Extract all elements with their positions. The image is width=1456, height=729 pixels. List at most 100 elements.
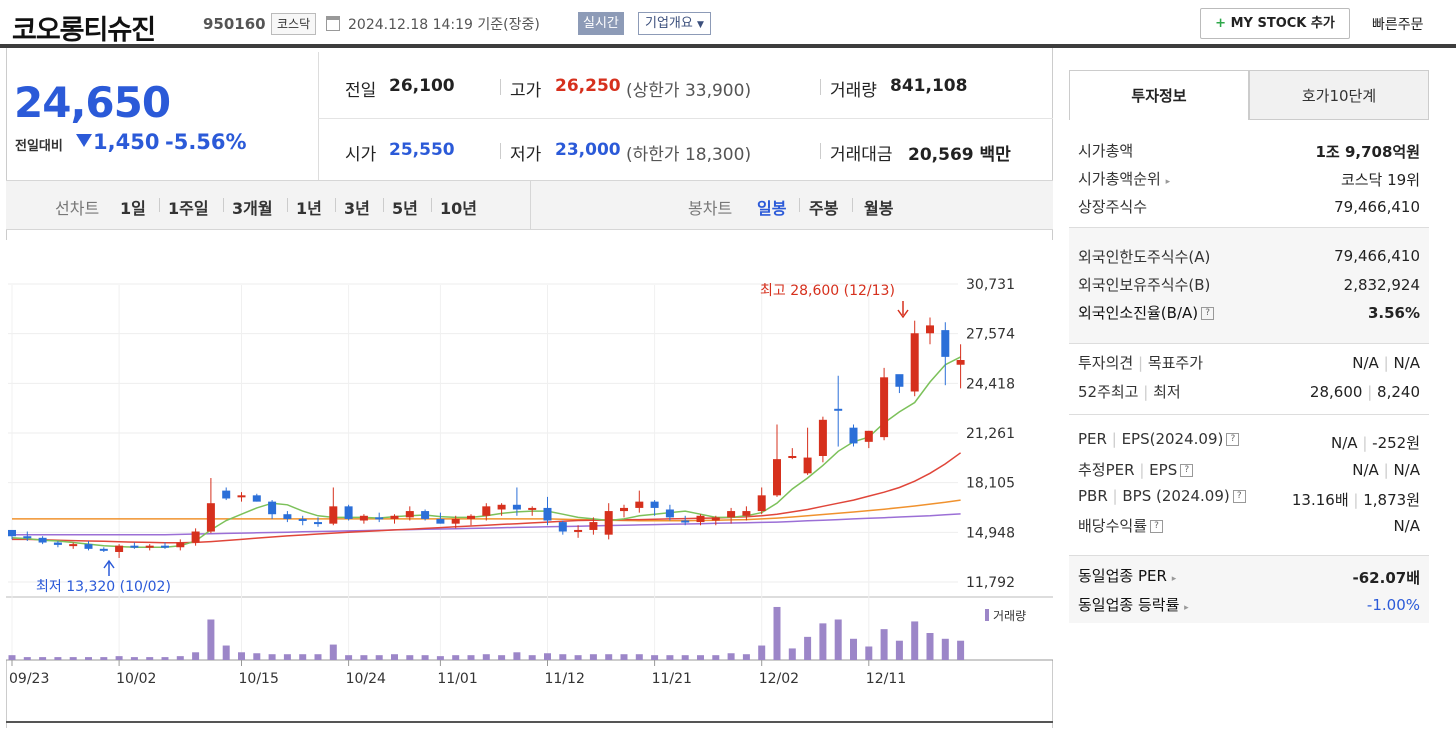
- shares-label: 상장주식수: [1078, 198, 1148, 216]
- sector-change-link[interactable]: 동일업종 등락률 ▸: [1078, 594, 1189, 615]
- volume-bar: [513, 652, 521, 660]
- per-label: PER | EPS(2024.09)?: [1078, 430, 1240, 448]
- volume-bar: [391, 654, 398, 660]
- volume-legend-swatch: [985, 609, 989, 621]
- candle-body: [130, 545, 139, 548]
- help-icon[interactable]: ?: [1201, 307, 1215, 320]
- volume-bar: [651, 655, 659, 660]
- volume-bar: [788, 648, 796, 660]
- candle-body: [84, 544, 93, 549]
- help-icon[interactable]: ?: [1150, 520, 1164, 533]
- sector-per-text: 동일업종 PER: [1078, 567, 1167, 585]
- y-tick-label: 27,574: [966, 327, 1015, 343]
- sector-per-link[interactable]: 동일업종 PER ▸: [1078, 565, 1176, 586]
- est-per-label: 추정PER | EPS?: [1078, 459, 1194, 480]
- candle: [818, 416, 827, 463]
- market-cap-rank-link[interactable]: 시가총액순위 ▸: [1078, 168, 1170, 189]
- volume-bar: [467, 655, 475, 660]
- sector-per-value: -62.07배: [1352, 569, 1420, 587]
- volume-bar: [880, 629, 888, 660]
- candle-body: [314, 522, 322, 525]
- volume-bar: [100, 657, 108, 660]
- volume-bar: [895, 640, 903, 660]
- y-tick-label: 11,792: [966, 575, 1015, 591]
- volume-bar: [574, 655, 582, 660]
- tab-invest-info[interactable]: 투자정보: [1069, 70, 1249, 120]
- market-cap-rank-label: 시가총액순위: [1078, 170, 1161, 188]
- candle-body: [849, 427, 858, 444]
- market-cap-label: 시가총액: [1078, 142, 1134, 160]
- add-mystock-button[interactable]: + MY STOCK 추가: [1200, 8, 1350, 39]
- chevron-right-icon: ▸: [1184, 603, 1189, 613]
- candle: [849, 424, 858, 447]
- volume-bar: [436, 656, 444, 660]
- help-icon[interactable]: ?: [1232, 490, 1246, 503]
- separator: |: [1112, 487, 1118, 505]
- y-tick-label: 21,261: [966, 426, 1015, 442]
- candle-body: [405, 511, 414, 518]
- x-tick-label: 11/21: [652, 671, 692, 687]
- volume-bar: [375, 655, 383, 660]
- volume-bar: [176, 656, 184, 660]
- opinion-label: 투자의견 | 목표주가: [1078, 352, 1203, 373]
- shares-value: 79,466,410: [1334, 198, 1420, 216]
- volume-bar: [146, 657, 154, 660]
- tab-orderbook[interactable]: 호가10단계: [1249, 70, 1429, 120]
- divider: [1069, 227, 1429, 228]
- help-icon[interactable]: ?: [1180, 464, 1194, 477]
- per-value-text: N/A: [1330, 434, 1358, 452]
- volume-bar: [314, 654, 322, 660]
- w52-label: 52주최고 | 최저: [1078, 381, 1181, 402]
- candle-body: [161, 545, 169, 548]
- volume-bar: [421, 655, 429, 660]
- divider: [1069, 343, 1429, 344]
- candle-body: [390, 515, 399, 519]
- volume-bar: [697, 655, 704, 660]
- volume-bar: [130, 657, 138, 660]
- candle-body: [681, 520, 690, 523]
- foreign-hold-label: 외국인보유주식수(B): [1078, 276, 1211, 294]
- volume-bar: [850, 638, 857, 660]
- candle-body: [38, 537, 47, 543]
- candle-body: [941, 330, 950, 357]
- candle-body: [176, 542, 185, 548]
- separator: |: [1367, 383, 1373, 401]
- candle-body: [451, 518, 460, 524]
- chevron-right-icon: ▸: [1171, 574, 1177, 584]
- candle-body: [620, 507, 628, 512]
- w52-high-text: 52주최고: [1078, 383, 1139, 401]
- volume-bar: [23, 657, 31, 660]
- candle-body: [206, 503, 215, 532]
- candle-body: [803, 457, 812, 474]
- w52-high-value: 28,600: [1309, 383, 1363, 401]
- volume-bar: [605, 654, 613, 660]
- help-icon[interactable]: ?: [1226, 433, 1240, 446]
- w52-low-value: 8,240: [1377, 383, 1420, 401]
- bps-text: BPS (2024.09): [1122, 487, 1230, 505]
- candle-body: [53, 542, 62, 545]
- volume-bar: [742, 654, 750, 660]
- opinion-value-text: N/A: [1352, 354, 1379, 372]
- opinion-text: 투자의견: [1078, 354, 1134, 372]
- volume-bar: [8, 655, 16, 660]
- candle-body: [926, 325, 934, 334]
- volume-bar: [360, 655, 368, 660]
- volume-bar: [329, 644, 337, 660]
- volume-bar: [773, 606, 781, 660]
- y-tick-label: 30,731: [966, 277, 1015, 293]
- market-cap-value: 1조 9,708억원: [1315, 143, 1420, 161]
- candle-body: [8, 529, 16, 537]
- volume-bar: [544, 653, 551, 660]
- x-tick-label: 11/12: [545, 671, 585, 687]
- add-mystock-label: MY STOCK 추가: [1230, 16, 1335, 31]
- candle-body: [421, 511, 430, 519]
- candle-body: [145, 545, 154, 548]
- x-tick-label: 10/15: [239, 671, 279, 687]
- y-tick-label: 18,105: [966, 476, 1015, 492]
- volume-bar: [299, 654, 307, 660]
- quick-order-link[interactable]: 빠른주문: [1372, 14, 1424, 34]
- chevron-right-icon: ▸: [1165, 177, 1171, 187]
- volume-legend-label: 거래량: [993, 609, 1026, 623]
- price-chart[interactable]: 30,731 27,574 24,418 21,261 18,105 14,948 11,7…: [0, 0, 1056, 729]
- volume-bar: [406, 655, 414, 660]
